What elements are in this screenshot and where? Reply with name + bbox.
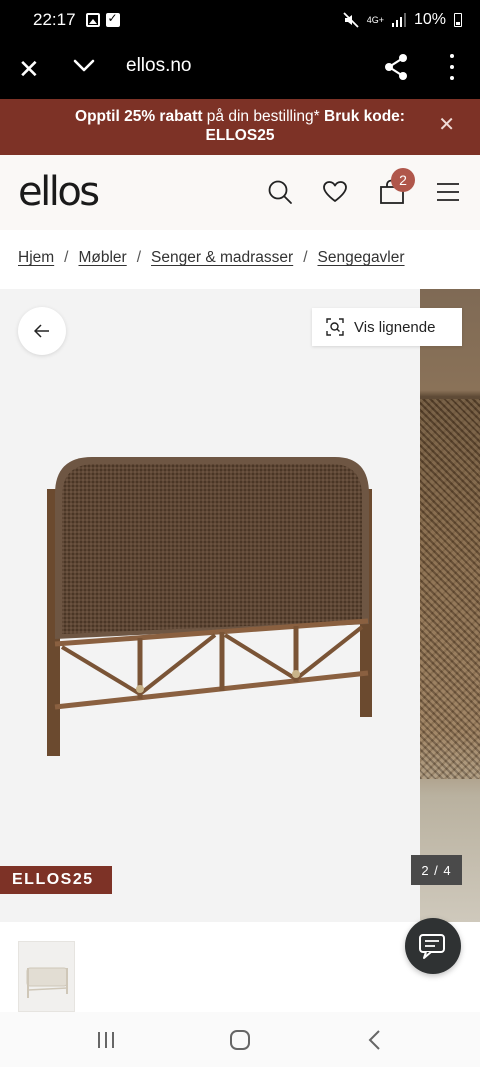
back-nav-icon[interactable] <box>367 1029 383 1051</box>
browser-toolbar: ✕ ellos.no <box>0 40 480 99</box>
promo-close-icon[interactable]: ✕ <box>438 115 455 135</box>
site-header: ellos 2 <box>0 155 480 230</box>
show-similar-label: Vis lignende <box>354 318 436 336</box>
gallery-icon <box>85 13 100 27</box>
share-icon[interactable] <box>384 53 408 81</box>
heart-icon[interactable] <box>322 179 348 205</box>
home-icon[interactable] <box>229 1029 251 1051</box>
breadcrumb-link-sengegavler[interactable]: Sengegavler <box>318 249 405 267</box>
screen: 22:17 4G+ 10% ✕ ellos.no <box>0 0 480 1067</box>
discount-code-tag: ELLOS25 <box>0 866 112 894</box>
product-image-headboard[interactable] <box>0 289 420 922</box>
promo-banner[interactable]: Opptil 25% rabatt på din bestilling* Bru… <box>0 99 480 155</box>
back-button[interactable] <box>18 307 66 355</box>
more-icon[interactable] <box>446 54 458 80</box>
status-time: 22:17 <box>33 10 76 29</box>
chevron-down-icon[interactable] <box>72 54 96 78</box>
search-icon[interactable] <box>267 179 293 205</box>
visual-search-icon <box>326 318 344 336</box>
thumbnail-image[interactable] <box>18 941 75 1012</box>
cart-count-badge: 2 <box>391 168 415 192</box>
breadcrumb-separator: / <box>303 249 308 266</box>
recent-apps-icon[interactable] <box>96 1029 116 1051</box>
promo-code: ELLOS25 <box>205 127 275 144</box>
battery-percent: 10% <box>413 11 446 28</box>
image-counter: 2 / 4 <box>411 855 462 885</box>
arrow-left-icon <box>34 324 49 338</box>
breadcrumb-link-senger[interactable]: Senger & madrasser <box>151 249 293 267</box>
product-gallery[interactable]: Vis lignende ELLOS25 2 / 4 <box>0 289 480 922</box>
chat-button[interactable] <box>405 918 461 974</box>
mute-icon <box>343 12 359 28</box>
network-type: 4G+ <box>366 14 384 25</box>
signal-icon <box>391 13 406 27</box>
breadcrumb-link-mobler[interactable]: Møbler <box>78 249 126 267</box>
battery-icon <box>454 13 462 27</box>
breadcrumb-link-hjem[interactable]: Hjem <box>18 249 54 267</box>
system-nav-bar <box>0 1012 480 1067</box>
status-bar: 22:17 4G+ 10% <box>0 0 480 40</box>
checkbox-icon <box>105 11 120 27</box>
promo-line-1: Opptil 25% rabatt på din bestilling* Bru… <box>75 108 405 125</box>
breadcrumb-separator: / <box>136 249 142 266</box>
menu-icon[interactable] <box>436 179 460 205</box>
show-similar-button[interactable]: Vis lignende <box>312 308 462 346</box>
headboard-illustration <box>47 457 372 756</box>
next-product-image-preview[interactable] <box>420 289 480 922</box>
chat-icon <box>419 934 445 959</box>
close-icon[interactable]: ✕ <box>18 55 40 83</box>
breadcrumb: Hjem / Møbler / Senger & madrasser / Sen… <box>18 249 405 267</box>
breadcrumb-separator: / <box>64 249 69 266</box>
url-text[interactable]: ellos.no <box>126 55 192 77</box>
ellos-logo[interactable]: ellos <box>18 169 100 215</box>
